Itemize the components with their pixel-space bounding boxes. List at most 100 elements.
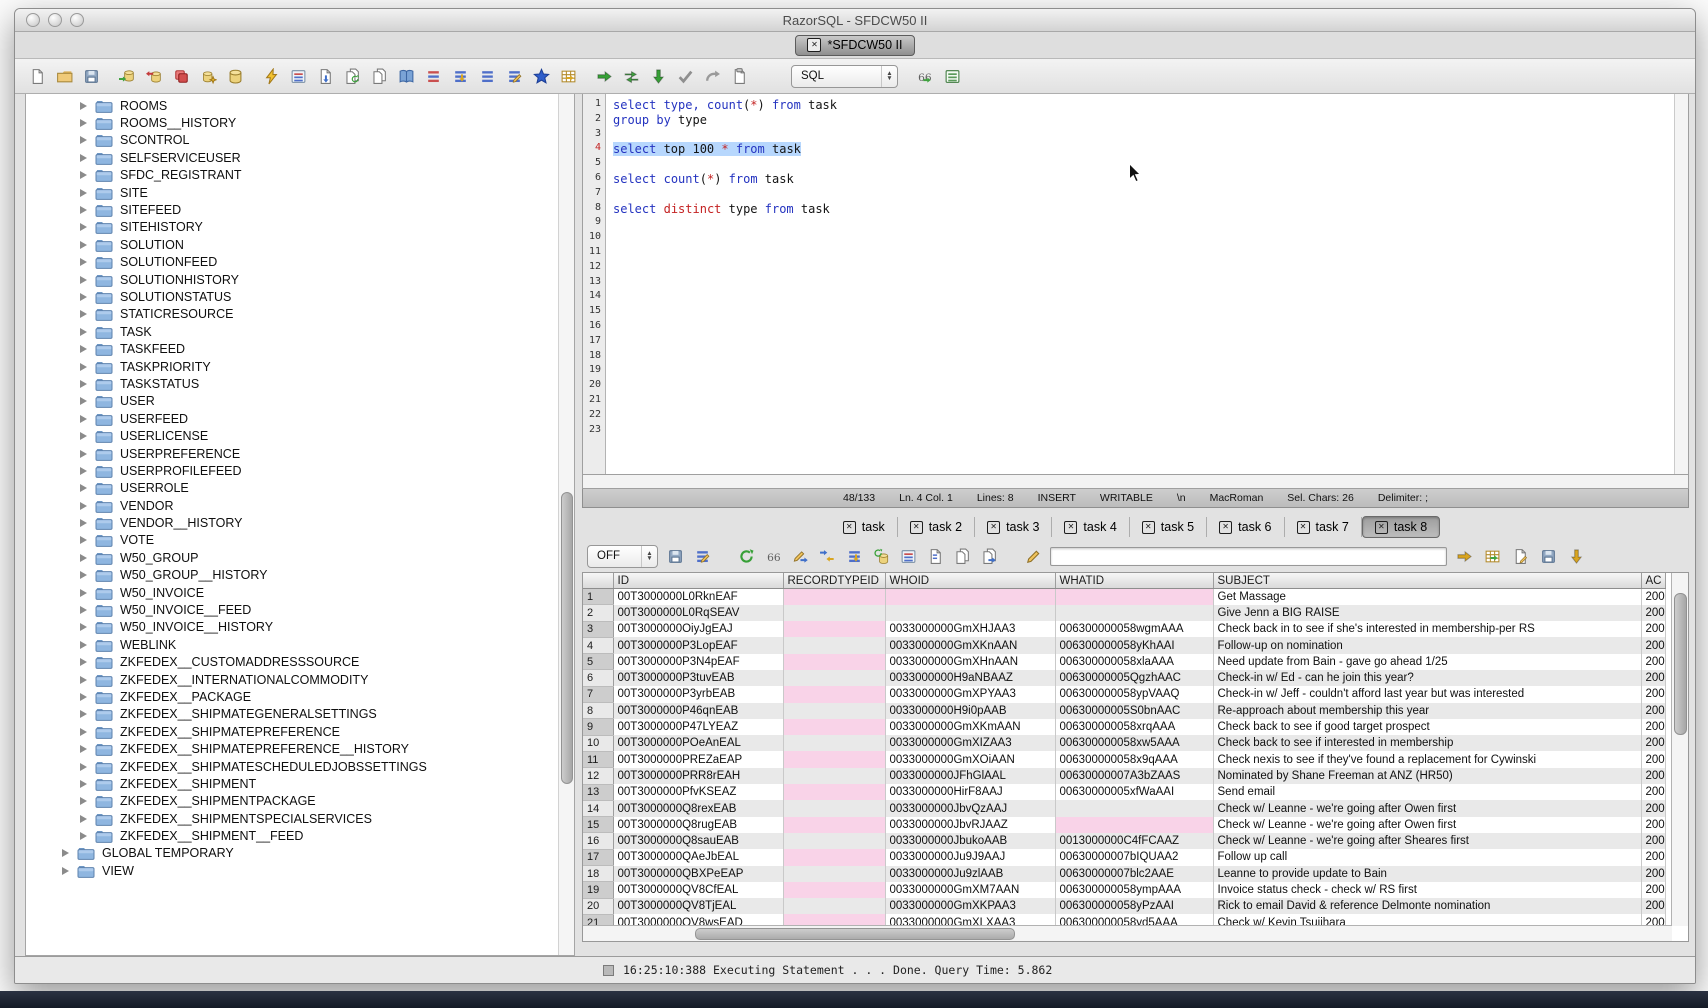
refresh-docs-icon[interactable] [342, 66, 362, 86]
cell-id[interactable]: 00T3000000PREZaEAP [613, 751, 783, 767]
column-header-subject[interactable]: SUBJECT [1213, 573, 1641, 589]
cell-subject[interactable]: Give Jenn a BIG RAISE [1213, 605, 1641, 621]
save-results-as-icon[interactable] [1538, 546, 1558, 566]
cell-ac[interactable]: 200 [1641, 768, 1665, 784]
row-number-cell[interactable]: 19 [583, 882, 613, 898]
column-settings-icon[interactable] [898, 546, 918, 566]
row-number-cell[interactable]: 18 [583, 866, 613, 882]
cell-id[interactable]: 00T3000000Q8rugEAB [613, 817, 783, 833]
edit-cell-icon[interactable] [790, 546, 810, 566]
cell-whatid[interactable]: 006300000058ympAAA [1055, 882, 1213, 898]
disclosure-triangle-icon[interactable] [80, 815, 87, 823]
cell-recordtypeid[interactable] [783, 605, 885, 621]
cell-id[interactable]: 00T3000000POeAnEAL [613, 735, 783, 751]
row-number-cell[interactable]: 8 [583, 703, 613, 719]
column-header-whatid[interactable]: WHATID [1055, 573, 1213, 589]
disclosure-triangle-icon[interactable] [80, 450, 87, 458]
row-number-cell[interactable]: 13 [583, 784, 613, 800]
column-header-id[interactable]: ID [613, 573, 783, 589]
tree-item-zkfedex-package[interactable]: ZKFEDEX__PACKAGE [26, 688, 574, 705]
row-number-cell[interactable]: 4 [583, 637, 613, 653]
cell-whoid[interactable]: 0033000000JbvRJAAZ [885, 817, 1055, 833]
connect-icon[interactable] [117, 66, 137, 86]
cell-id[interactable]: 00T3000000QBXPeEAP [613, 866, 783, 882]
row-number-cell[interactable]: 12 [583, 768, 613, 784]
disclosure-triangle-icon[interactable] [80, 345, 87, 353]
cell-whatid[interactable]: 006300000058wgmAAA [1055, 621, 1213, 637]
tree-item-zkfedex-shipment-feed[interactable]: ZKFEDEX__SHIPMENT__FEED [26, 827, 574, 844]
disclosure-triangle-icon[interactable] [80, 432, 87, 440]
row-number-cell[interactable]: 11 [583, 751, 613, 767]
document-tab[interactable]: *SFDCW50 II [795, 35, 914, 56]
tree-item-zkfedex-shipmentspecialservices[interactable]: ZKFEDEX__SHIPMENTSPECIALSERVICES [26, 810, 574, 827]
disclosure-triangle-icon[interactable] [80, 745, 87, 753]
generate-script-icon[interactable] [1510, 546, 1530, 566]
refresh-results-icon[interactable] [736, 546, 756, 566]
cell-recordtypeid[interactable] [783, 735, 885, 751]
tree-item-userfeed[interactable]: USERFEED [26, 410, 574, 427]
tree-item-weblink[interactable]: WEBLINK [26, 636, 574, 653]
cell-whatid[interactable] [1055, 817, 1213, 833]
tree-item-staticresource[interactable]: STATICRESOURCE [26, 306, 574, 323]
cell-recordtypeid[interactable] [783, 833, 885, 849]
result-tab-task-7[interactable]: task 7 [1285, 517, 1362, 537]
column-header-recordtypeid[interactable]: RECORDTYPEID [783, 573, 885, 589]
cell-whatid[interactable]: 006300000058yKhAAI [1055, 637, 1213, 653]
cell-whoid[interactable]: 0033000000H9i0pAAB [885, 703, 1055, 719]
results-window-icon[interactable] [942, 66, 962, 86]
tree-item-global-temporary[interactable]: GLOBAL TEMPORARY [26, 845, 574, 862]
new-connection-icon[interactable] [198, 66, 218, 86]
tree-item-site[interactable]: SITE [26, 184, 574, 201]
bookmarks-icon[interactable] [531, 66, 551, 86]
disclosure-triangle-icon[interactable] [80, 154, 87, 162]
cell-ac[interactable]: 200 [1641, 703, 1665, 719]
cell-id[interactable]: 00T3000000OiyJgEAJ [613, 621, 783, 637]
disclosure-triangle-icon[interactable] [80, 589, 87, 597]
disclosure-triangle-icon[interactable] [80, 763, 87, 771]
cell-whoid[interactable]: 0033000000GmXM7AAN [885, 882, 1055, 898]
tab-close-icon[interactable] [987, 521, 1000, 534]
cell-whoid[interactable]: 0033000000GmXKPAA3 [885, 898, 1055, 914]
cell-whatid[interactable]: 006300000058xw5AAA [1055, 735, 1213, 751]
tab-close-icon[interactable] [807, 38, 821, 52]
tab-close-icon[interactable] [1219, 521, 1232, 534]
tree-item-userpreference[interactable]: USERPREFERENCE [26, 445, 574, 462]
commit-icon[interactable] [171, 66, 191, 86]
statement-type-select[interactable]: SQL ▲▼ [791, 65, 898, 88]
cell-whatid[interactable]: 00630000005QgzhAAC [1055, 670, 1213, 686]
disclosure-triangle-icon[interactable] [80, 415, 87, 423]
status-stop-icon[interactable] [603, 965, 614, 976]
column-header-whoid[interactable]: WHOID [885, 573, 1055, 589]
cell-subject[interactable]: Get Massage [1213, 589, 1641, 605]
tree-item-sfdc-registrant[interactable]: SFDC_REGISTRANT [26, 167, 574, 184]
cell-id[interactable]: 00T3000000P3tuvEAB [613, 670, 783, 686]
cell-id[interactable]: 00T3000000PfvKSEAZ [613, 784, 783, 800]
disclosure-triangle-icon[interactable] [80, 206, 87, 214]
cell-ac[interactable]: 200 [1641, 637, 1665, 653]
tree-item-solutionfeed[interactable]: SOLUTIONFEED [26, 254, 574, 271]
tree-scrollbar[interactable] [558, 94, 574, 955]
tree-item-zkfedex-shipmatescheduledjobssettings[interactable]: ZKFEDEX__SHIPMATESCHEDULEDJOBSSETTINGS [26, 758, 574, 775]
tree-item-task[interactable]: TASK [26, 323, 574, 340]
cell-recordtypeid[interactable] [783, 686, 885, 702]
cell-ac[interactable]: 200 [1641, 817, 1665, 833]
row-number-cell[interactable]: 3 [583, 621, 613, 637]
tree-item-selfserviceuser[interactable]: SELFSERVICEUSER [26, 149, 574, 166]
tree-item-vote[interactable]: VOTE [26, 532, 574, 549]
execute-lightning-icon[interactable] [261, 66, 281, 86]
disclosure-triangle-icon[interactable] [80, 571, 87, 579]
cell-id[interactable]: 00T3000000Q8sauEAB [613, 833, 783, 849]
import-doc-icon[interactable] [315, 66, 335, 86]
disclosure-triangle-icon[interactable] [80, 293, 87, 301]
tree-item-w50-group[interactable]: W50_GROUP [26, 549, 574, 566]
cell-recordtypeid[interactable] [783, 849, 885, 865]
cell-id[interactable]: 00T3000000QV8TjEAL [613, 898, 783, 914]
disclosure-triangle-icon[interactable] [80, 380, 87, 388]
disclosure-triangle-icon[interactable] [80, 676, 87, 684]
cell-subject[interactable]: Need update from Bain - gave go ahead 1/… [1213, 654, 1641, 670]
tree-item-userprofilefeed[interactable]: USERPROFILEFEED [26, 462, 574, 479]
row-number-cell[interactable]: 1 [583, 589, 613, 605]
disclosure-triangle-icon[interactable] [80, 467, 87, 475]
result-tab-task-4[interactable]: task 4 [1052, 517, 1129, 537]
cell-whatid[interactable]: 006300000058xrqAAA [1055, 719, 1213, 735]
